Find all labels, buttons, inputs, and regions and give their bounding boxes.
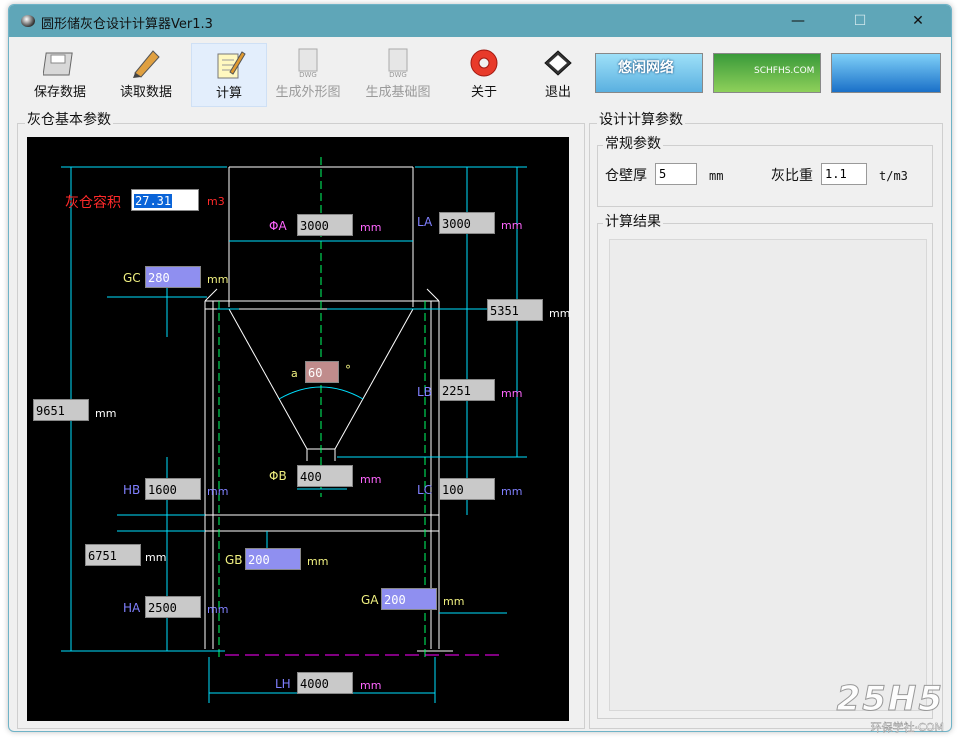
generate-base-label: 生成基础图 bbox=[365, 85, 431, 100]
exit-label: 退出 bbox=[544, 85, 571, 100]
mid-total-field[interactable]: 6751 bbox=[85, 544, 141, 566]
exit-button[interactable]: 退出 bbox=[521, 43, 595, 105]
LH-unit: mm bbox=[360, 679, 382, 692]
floppy-icon bbox=[43, 52, 73, 76]
HA-field[interactable]: 2500 bbox=[145, 596, 201, 618]
ash-density-unit: t/m3 bbox=[879, 169, 908, 183]
generate-outline-label: 生成外形图 bbox=[275, 85, 341, 100]
right-total-field[interactable]: 5351 bbox=[487, 299, 543, 321]
exit-icon bbox=[544, 50, 572, 76]
GB-label: GB bbox=[225, 553, 243, 567]
results-title: 计算结果 bbox=[603, 211, 663, 231]
mid-total-unit: mm bbox=[145, 551, 167, 564]
wall-thickness-label: 仓壁厚 bbox=[605, 168, 647, 184]
volume-label: 灰仓容积 bbox=[65, 195, 121, 211]
generate-base-button[interactable]: DWG 生成基础图 bbox=[361, 43, 435, 105]
LB-unit: mm bbox=[501, 387, 523, 400]
angle-label: a bbox=[291, 367, 298, 380]
notepad-icon bbox=[217, 51, 246, 79]
GB-field[interactable]: 200 bbox=[245, 548, 301, 570]
save-data-label: 保存数据 bbox=[33, 85, 86, 100]
GC-unit: mm bbox=[207, 273, 229, 286]
left-total-unit: mm bbox=[95, 407, 117, 420]
banner-link-3[interactable] bbox=[831, 53, 941, 93]
watermark-logo: 25H5 bbox=[836, 679, 944, 720]
maximize-button[interactable]: ☐ bbox=[837, 9, 883, 33]
LC-field[interactable]: 100 bbox=[439, 478, 495, 500]
LA-unit: mm bbox=[501, 219, 523, 232]
banner-link-schfhs[interactable]: SCHFHS.COM bbox=[713, 53, 821, 93]
GA-label: GA bbox=[361, 593, 379, 607]
pencil-icon bbox=[133, 50, 160, 78]
load-data-button[interactable]: 读取数据 bbox=[109, 43, 183, 105]
angle-unit: ° bbox=[345, 363, 351, 377]
save-data-button[interactable]: 保存数据 bbox=[23, 43, 97, 105]
right-total-unit: mm bbox=[549, 307, 571, 320]
app-window: 圆形储灰仓设计计算器Ver1.3 — ☐ ✕ 保存数据 读取数据 计算 DWG … bbox=[8, 4, 952, 732]
GA-unit: mm bbox=[443, 595, 465, 608]
ash-density-label: 灰比重 bbox=[771, 168, 813, 184]
volume-value: 27.31 bbox=[134, 194, 173, 208]
phiB-field[interactable]: 400 bbox=[297, 465, 353, 487]
phiA-unit: mm bbox=[360, 221, 382, 234]
volume-field[interactable]: 27.31 bbox=[131, 189, 199, 211]
toolbar: 保存数据 读取数据 计算 DWG 生成外形图 DWG 生成基础图 关于 退出 悠… bbox=[9, 37, 951, 107]
ash-density-input[interactable]: 1.1 bbox=[821, 163, 867, 185]
HB-label: HB bbox=[123, 483, 141, 497]
wall-thickness-input[interactable]: 5 bbox=[655, 163, 697, 185]
GC-label: GC bbox=[123, 271, 141, 285]
banner-text: SCHFHS.COM bbox=[754, 66, 815, 76]
GB-unit: mm bbox=[307, 555, 329, 568]
angle-field[interactable]: 60 bbox=[305, 361, 339, 383]
silo-drawing-canvas: 灰仓容积 27.31 m3 ΦA 3000 mm LA 3000 mm GC 2… bbox=[27, 137, 571, 721]
window-title: 圆形储灰仓设计计算器Ver1.3 bbox=[41, 17, 213, 32]
svg-text:DWG: DWG bbox=[299, 71, 317, 79]
left-total-field[interactable]: 9651 bbox=[33, 399, 89, 421]
about-label: 关于 bbox=[470, 85, 497, 100]
about-button[interactable]: 关于 bbox=[447, 43, 521, 105]
LC-unit: mm bbox=[501, 485, 523, 498]
phiA-field[interactable]: 3000 bbox=[297, 214, 353, 236]
title-bar: 圆形储灰仓设计计算器Ver1.3 — ☐ ✕ bbox=[9, 5, 951, 37]
HA-unit: mm bbox=[207, 603, 229, 616]
phiA-label: ΦA bbox=[269, 219, 287, 233]
LH-label: LH bbox=[275, 677, 291, 691]
dwg-file-icon: DWG bbox=[298, 48, 318, 79]
LH-field[interactable]: 4000 bbox=[297, 672, 353, 694]
cd-icon bbox=[470, 49, 498, 77]
calculate-label: 计算 bbox=[215, 86, 242, 101]
phiB-label: ΦB bbox=[269, 469, 287, 483]
minimize-button[interactable]: — bbox=[775, 9, 821, 33]
LA-field[interactable]: 3000 bbox=[439, 212, 495, 234]
HA-label: HA bbox=[123, 601, 141, 615]
general-params-title: 常规参数 bbox=[603, 133, 663, 153]
dwg-file-icon: DWG bbox=[388, 48, 408, 79]
LC-label: LC bbox=[417, 483, 433, 497]
watermark-sub: 环保学社·COM bbox=[870, 721, 944, 734]
app-icon bbox=[21, 15, 35, 27]
load-data-label: 读取数据 bbox=[119, 85, 172, 100]
phiB-unit: mm bbox=[360, 473, 382, 486]
results-output-area[interactable] bbox=[609, 239, 927, 711]
wall-thickness-unit: mm bbox=[709, 169, 724, 183]
LB-label: LB bbox=[417, 385, 432, 399]
LA-label: LA bbox=[417, 215, 433, 229]
volume-unit: m3 bbox=[207, 195, 225, 208]
calculate-button[interactable]: 计算 bbox=[191, 43, 267, 107]
svg-text:DWG: DWG bbox=[389, 71, 407, 79]
banner-link-yxwl[interactable]: 悠闲网络 bbox=[595, 53, 703, 93]
basic-params-title: 灰仓基本参数 bbox=[25, 109, 113, 129]
HB-field[interactable]: 1600 bbox=[145, 478, 201, 500]
banner-text: 悠闲网络 bbox=[618, 60, 674, 76]
LB-field[interactable]: 2251 bbox=[439, 379, 495, 401]
close-button[interactable]: ✕ bbox=[895, 9, 941, 33]
GA-field[interactable]: 200 bbox=[381, 588, 437, 610]
HB-unit: mm bbox=[207, 485, 229, 498]
generate-outline-button[interactable]: DWG 生成外形图 bbox=[271, 43, 345, 105]
GC-field[interactable]: 280 bbox=[145, 266, 201, 288]
site-watermark: 25H5 环保学社·COM bbox=[780, 679, 950, 735]
design-params-title: 设计计算参数 bbox=[597, 109, 685, 129]
